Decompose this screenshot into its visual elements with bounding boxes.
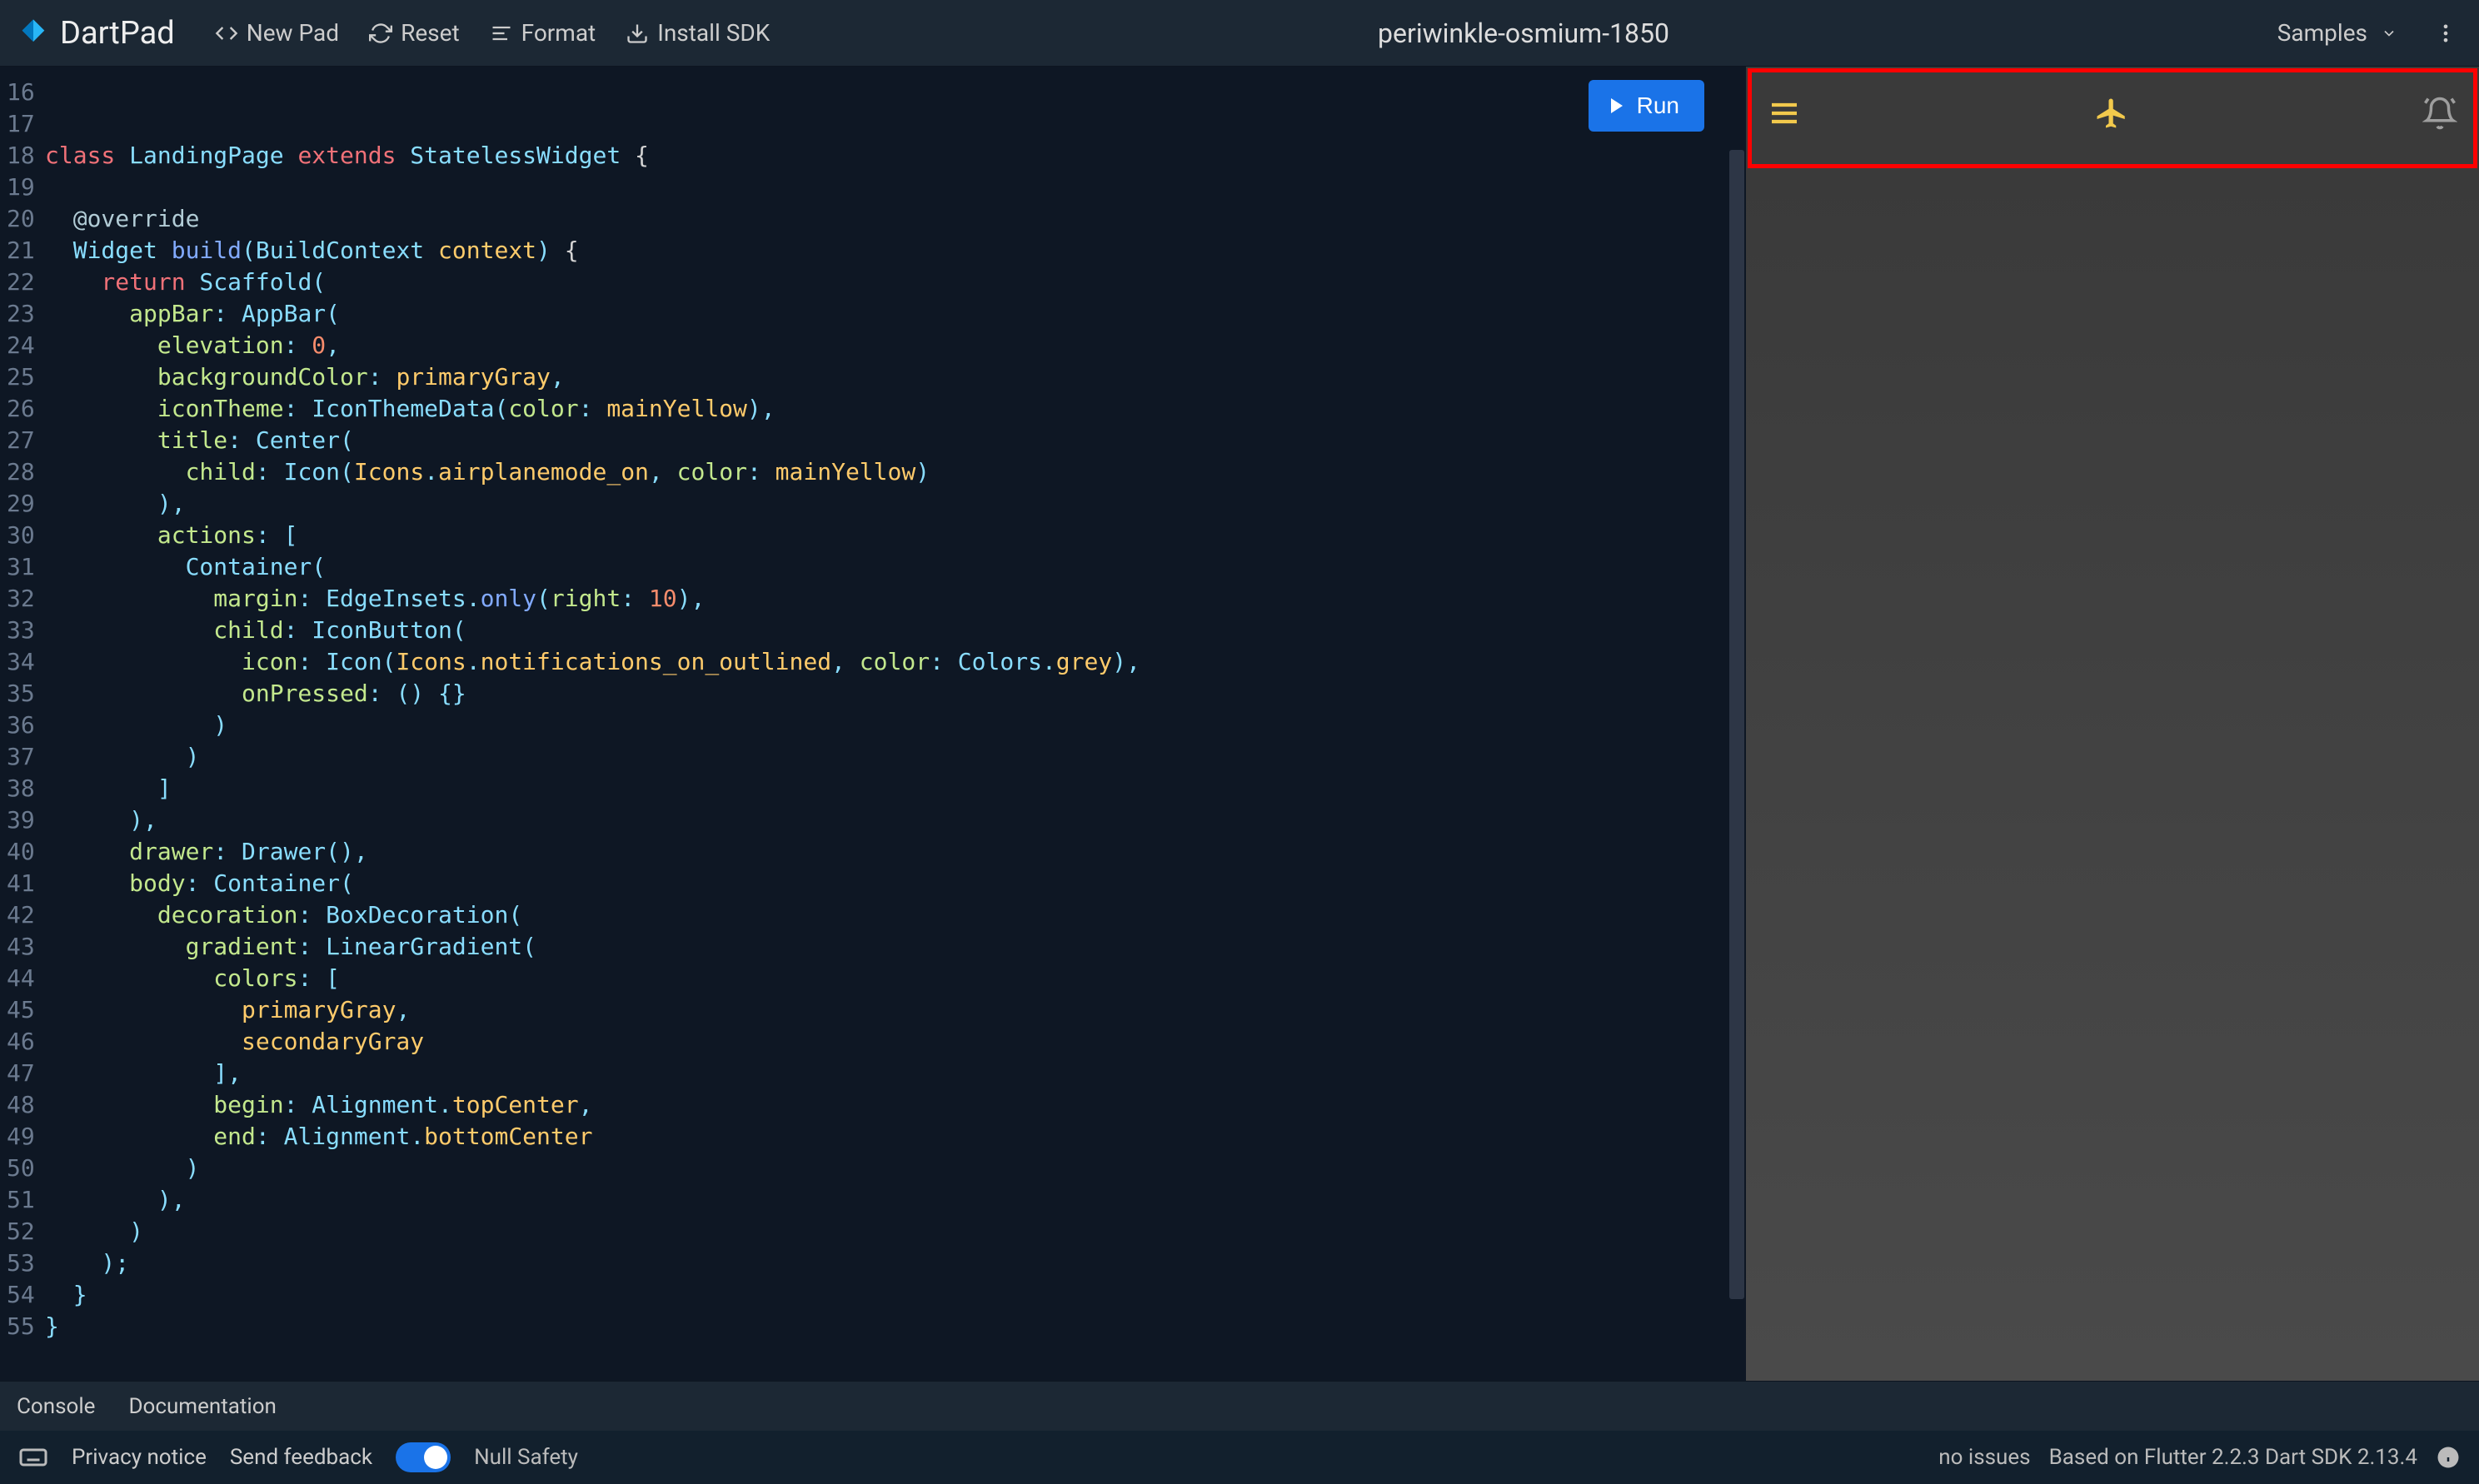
code-line[interactable]: 55} xyxy=(7,1311,1746,1342)
code-line[interactable]: 52 ) xyxy=(7,1216,1746,1247)
code-line[interactable]: 20 @override xyxy=(7,203,1746,235)
code-line[interactable]: 39 ), xyxy=(7,804,1746,836)
reset-button[interactable]: Reset xyxy=(354,12,475,53)
code-line[interactable]: 43 gradient: LinearGradient( xyxy=(7,931,1746,963)
preview-appbar xyxy=(1746,67,2479,160)
code-line[interactable]: 27 title: Center( xyxy=(7,425,1746,456)
code-line[interactable]: 17 xyxy=(7,108,1746,140)
code-line[interactable]: 35 onPressed: () {} xyxy=(7,678,1746,710)
code-line[interactable]: 28 child: Icon(Icons.airplanemode_on, co… xyxy=(7,456,1746,488)
new-pad-button[interactable]: New Pad xyxy=(200,12,354,53)
code-line[interactable]: 50 ) xyxy=(7,1153,1746,1184)
run-button[interactable]: Run xyxy=(1589,80,1704,132)
keyboard-icon[interactable] xyxy=(18,1442,48,1472)
play-icon xyxy=(1607,96,1627,116)
notifications-icon[interactable] xyxy=(2422,96,2457,131)
null-safety-label: Null Safety xyxy=(474,1445,578,1470)
code-line[interactable]: 26 iconTheme: IconThemeData(color: mainY… xyxy=(7,393,1746,425)
version-status: Based on Flutter 2.2.3 Dart SDK 2.13.4 xyxy=(2049,1445,2417,1470)
menu-icon[interactable] xyxy=(1768,97,1801,130)
code-line[interactable]: 41 body: Container( xyxy=(7,868,1746,899)
format-icon xyxy=(490,22,513,45)
code-line[interactable]: 42 decoration: BoxDecoration( xyxy=(7,899,1746,931)
project-name[interactable]: periwinkle-osmium-1850 xyxy=(1378,17,1669,49)
airplane-icon xyxy=(2094,96,2129,131)
statusbar: Privacy notice Send feedback Null Safety… xyxy=(0,1431,2479,1484)
issues-status[interactable]: no issues xyxy=(1938,1445,2030,1470)
preview-body xyxy=(1746,160,2479,1381)
code-line[interactable]: 33 child: IconButton( xyxy=(7,615,1746,646)
code-line[interactable]: 53 ); xyxy=(7,1247,1746,1279)
code-line[interactable]: 16 xyxy=(7,77,1746,108)
bottom-tabs: Console Documentation xyxy=(0,1381,2479,1431)
code-icon xyxy=(215,22,238,45)
code-line[interactable]: 23 appBar: AppBar( xyxy=(7,298,1746,330)
main-split: Run 161718class LandingPage extends Stat… xyxy=(0,67,2479,1381)
app-title: DartPad xyxy=(60,15,175,52)
code-line[interactable]: 44 colors: [ xyxy=(7,963,1746,994)
preview-pane xyxy=(1746,67,2479,1381)
info-icon[interactable] xyxy=(2436,1445,2461,1470)
code-line[interactable]: 49 end: Alignment.bottomCenter xyxy=(7,1121,1746,1153)
code-line[interactable]: 46 secondaryGray xyxy=(7,1026,1746,1058)
code-line[interactable]: 54 } xyxy=(7,1279,1746,1311)
tab-console[interactable]: Console xyxy=(17,1394,95,1419)
refresh-icon xyxy=(369,22,392,45)
dots-vertical-icon xyxy=(2434,22,2457,45)
code-line[interactable]: 21 Widget build(BuildContext context) { xyxy=(7,235,1746,266)
code-line[interactable]: 47 ], xyxy=(7,1058,1746,1089)
editor-pane: Run 161718class LandingPage extends Stat… xyxy=(0,67,1746,1381)
null-safety-toggle[interactable] xyxy=(396,1442,451,1472)
feedback-link[interactable]: Send feedback xyxy=(230,1445,372,1470)
download-icon xyxy=(626,22,649,45)
scrollbar[interactable] xyxy=(1729,150,1744,1299)
logo[interactable]: DartPad xyxy=(17,15,175,52)
code-line[interactable]: 45 primaryGray, xyxy=(7,994,1746,1026)
code-line[interactable]: 40 drawer: Drawer(), xyxy=(7,836,1746,868)
code-line[interactable]: 24 elevation: 0, xyxy=(7,330,1746,361)
code-line[interactable]: 29 ), xyxy=(7,488,1746,520)
code-line[interactable]: 51 ), xyxy=(7,1184,1746,1216)
privacy-link[interactable]: Privacy notice xyxy=(72,1445,207,1470)
format-button[interactable]: Format xyxy=(475,12,611,53)
tab-documentation[interactable]: Documentation xyxy=(128,1394,276,1419)
code-line[interactable]: 18class LandingPage extends StatelessWid… xyxy=(7,140,1746,172)
dart-logo-icon xyxy=(17,17,50,50)
install-sdk-button[interactable]: Install SDK xyxy=(611,12,785,53)
code-line[interactable]: 36 ) xyxy=(7,710,1746,741)
code-line[interactable]: 32 margin: EdgeInsets.only(right: 10), xyxy=(7,583,1746,615)
chevron-down-icon xyxy=(2381,25,2397,42)
samples-dropdown[interactable]: Samples xyxy=(2262,12,2412,53)
code-line[interactable]: 19 xyxy=(7,172,1746,203)
code-line[interactable]: 37 ) xyxy=(7,741,1746,773)
code-line[interactable]: 38 ] xyxy=(7,773,1746,804)
code-line[interactable]: 48 begin: Alignment.topCenter, xyxy=(7,1089,1746,1121)
more-menu-button[interactable] xyxy=(2429,15,2462,52)
code-editor[interactable]: 161718class LandingPage extends Stateles… xyxy=(0,67,1746,1352)
code-line[interactable]: 34 icon: Icon(Icons.notifications_on_out… xyxy=(7,646,1746,678)
toolbar: DartPad New Pad Reset Format Install SDK… xyxy=(0,0,2479,67)
code-line[interactable]: 30 actions: [ xyxy=(7,520,1746,551)
code-line[interactable]: 25 backgroundColor: primaryGray, xyxy=(7,361,1746,393)
code-line[interactable]: 31 Container( xyxy=(7,551,1746,583)
code-line[interactable]: 22 return Scaffold( xyxy=(7,266,1746,298)
